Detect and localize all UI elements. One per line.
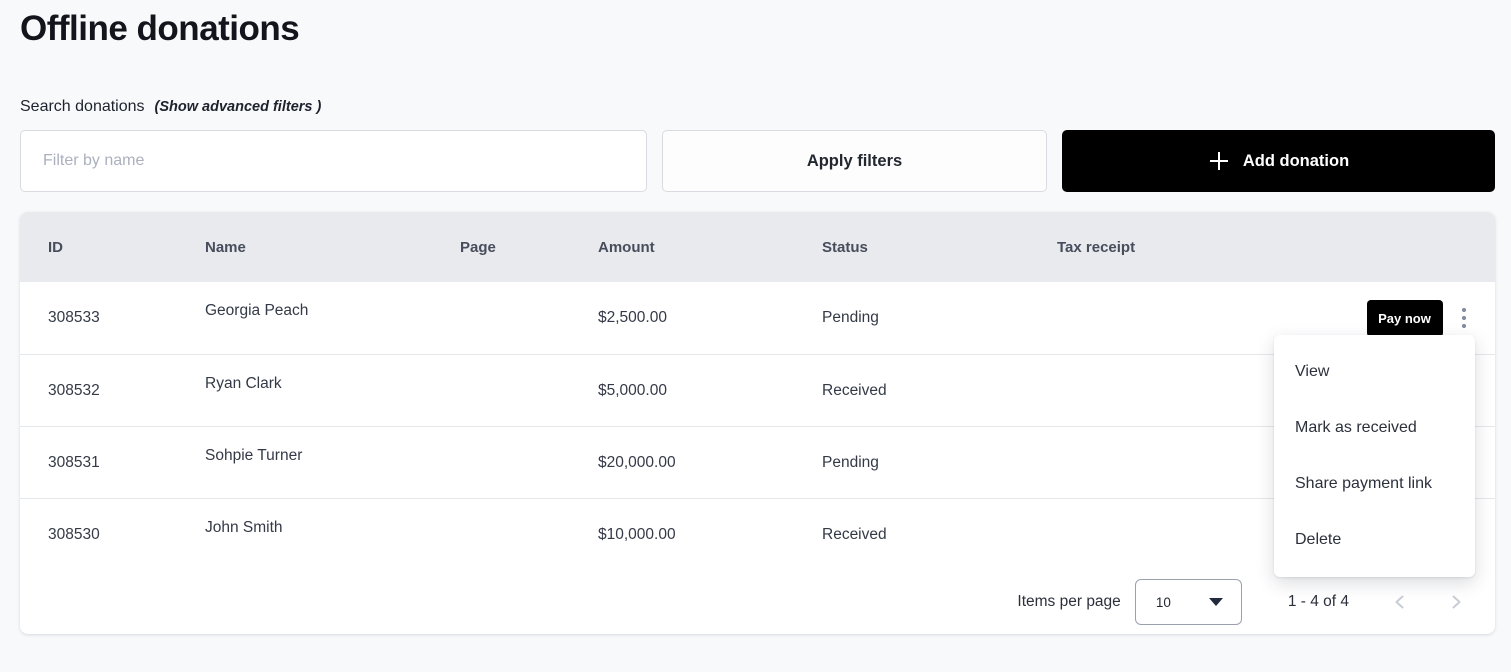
previous-page-button[interactable]: [1391, 593, 1409, 611]
items-per-page-value: 10: [1156, 595, 1171, 610]
cell-name: Georgia Peach: [205, 302, 460, 320]
add-donation-button[interactable]: Add donation: [1062, 130, 1495, 192]
cell-id: 308532: [48, 382, 205, 400]
menu-item-delete[interactable]: Delete: [1274, 512, 1475, 568]
menu-item-view[interactable]: View: [1274, 344, 1475, 400]
column-header-id: ID: [48, 239, 205, 256]
cell-amount: $20,000.00: [598, 454, 822, 472]
items-per-page-select[interactable]: 10: [1135, 579, 1242, 625]
donations-table-card: ID Name Page Amount Status Tax receipt 3…: [20, 212, 1495, 634]
column-header-page: Page: [460, 239, 598, 256]
pagination-range-label: 1 - 4 of 4: [1288, 593, 1349, 611]
cell-id: 308530: [48, 526, 205, 544]
table-header-row: ID Name Page Amount Status Tax receipt: [20, 212, 1495, 282]
cell-id: 308533: [48, 309, 205, 327]
search-donations-row: Search donations (Show advanced filters …: [20, 98, 1495, 116]
search-donations-label: Search donations: [20, 98, 145, 116]
cell-name: Sohpie Turner: [205, 447, 460, 465]
offline-donations-page: Offline donations Search donations (Show…: [0, 0, 1511, 634]
items-per-page-label: Items per page: [1017, 593, 1120, 611]
column-header-amount: Amount: [598, 239, 822, 256]
row-actions-dropdown-menu: View Mark as received Share payment link…: [1274, 335, 1475, 577]
show-advanced-filters-link[interactable]: (Show advanced filters ): [155, 99, 322, 115]
chevron-left-icon: [1391, 593, 1409, 611]
cell-status: Received: [822, 526, 1057, 544]
cell-name: Ryan Clark: [205, 375, 460, 393]
cell-status: Pending: [822, 454, 1057, 472]
cell-status: Pending: [822, 309, 1057, 327]
cell-amount: $5,000.00: [598, 382, 822, 400]
cell-id: 308531: [48, 454, 205, 472]
column-header-tax-receipt: Tax receipt: [1057, 239, 1363, 256]
page-title: Offline donations: [20, 0, 1495, 52]
filter-by-name-input[interactable]: [20, 130, 647, 192]
column-header-status: Status: [822, 239, 1057, 256]
cell-amount: $2,500.00: [598, 309, 822, 327]
cell-actions: Pay now: [1363, 300, 1495, 337]
chevron-down-icon: [1209, 598, 1223, 606]
chevron-right-icon: [1447, 593, 1465, 611]
plus-icon: [1208, 150, 1230, 172]
filter-toolbar: Apply filters Add donation: [20, 130, 1495, 192]
menu-item-share-payment-link[interactable]: Share payment link: [1274, 456, 1475, 512]
cell-name: John Smith: [205, 519, 460, 537]
cell-amount: $10,000.00: [598, 526, 822, 544]
pagination-bar: Items per page 10 1 - 4 of 4: [20, 570, 1495, 634]
menu-item-mark-as-received[interactable]: Mark as received: [1274, 400, 1475, 456]
pay-now-button[interactable]: Pay now: [1367, 300, 1443, 337]
apply-filters-button[interactable]: Apply filters: [662, 130, 1047, 192]
column-header-name: Name: [205, 239, 460, 256]
pagination-nav: [1391, 593, 1465, 611]
cell-status: Received: [822, 382, 1057, 400]
add-donation-label: Add donation: [1243, 152, 1349, 171]
kebab-menu-icon[interactable]: [1457, 302, 1472, 335]
next-page-button[interactable]: [1447, 593, 1465, 611]
